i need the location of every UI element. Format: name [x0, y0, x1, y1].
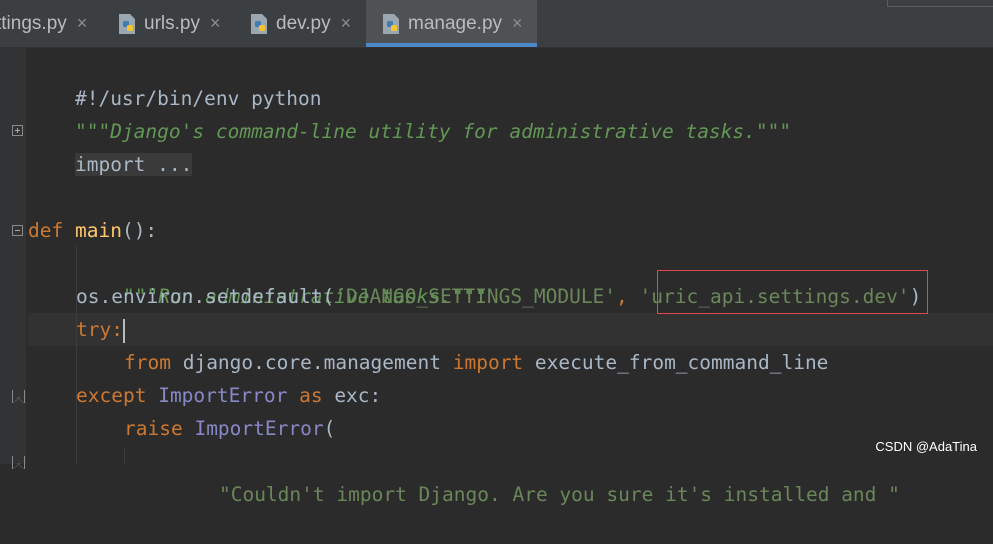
active-tab-indicator	[366, 43, 537, 47]
close-icon[interactable]: ×	[512, 13, 523, 34]
tab-label: ttings.py	[0, 12, 67, 34]
indent-guide	[124, 447, 125, 464]
fold-end-icon[interactable]	[12, 456, 25, 469]
python-file-icon	[251, 13, 267, 34]
fold-end-icon[interactable]	[12, 390, 25, 403]
code-line-10: from django.core.management import execu…	[124, 351, 829, 374]
tab-label: manage.py	[408, 12, 503, 34]
code-line-1: #!/usr/bin/env python	[74, 87, 322, 110]
tab-label: dev.py	[276, 12, 331, 34]
code-line-9: try:	[76, 318, 125, 343]
code-line-12: raise ImportError(	[124, 417, 336, 440]
code-line-11: except ImportError as exc:	[76, 384, 382, 407]
python-file-icon	[119, 13, 135, 34]
code-line-13: "Couldn't import Django. Are you sure it…	[218, 483, 900, 506]
text-cursor	[122, 318, 125, 343]
fold-expand-icon[interactable]	[12, 125, 23, 136]
tab-manage-py[interactable]: manage.py ×	[366, 0, 537, 47]
code-line-2: """Django's command-line utility for adm…	[74, 120, 792, 143]
watermark: CSDN @AdaTina	[875, 439, 977, 454]
editor-tab-bar: ttings.py × urls.py × dev.py × manage.py…	[0, 0, 993, 48]
code-line-3: import ...	[28, 115, 193, 176]
tab-settings-py[interactable]: ttings.py ×	[0, 0, 100, 47]
tab-label: urls.py	[144, 12, 200, 34]
close-icon[interactable]: ×	[77, 13, 88, 34]
code-line-7: """Run administrative tasks."""	[122, 285, 487, 308]
annotation-highlight-box	[657, 270, 928, 314]
current-line-highlight	[28, 313, 993, 346]
python-file-icon	[383, 13, 399, 34]
tab-bar-corner-control	[887, 0, 993, 7]
code-line-6: def main():	[28, 219, 158, 242]
editor-gutter	[0, 48, 26, 469]
close-icon[interactable]: ×	[341, 13, 352, 34]
tab-urls-py[interactable]: urls.py ×	[116, 0, 234, 47]
folded-imports[interactable]: import ...	[74, 153, 193, 176]
code-editor[interactable]: #!/usr/bin/env python """Django's comman…	[28, 48, 993, 506]
close-icon[interactable]: ×	[210, 13, 221, 34]
tab-dev-py[interactable]: dev.py ×	[248, 0, 364, 47]
fold-collapse-icon[interactable]	[12, 225, 23, 236]
